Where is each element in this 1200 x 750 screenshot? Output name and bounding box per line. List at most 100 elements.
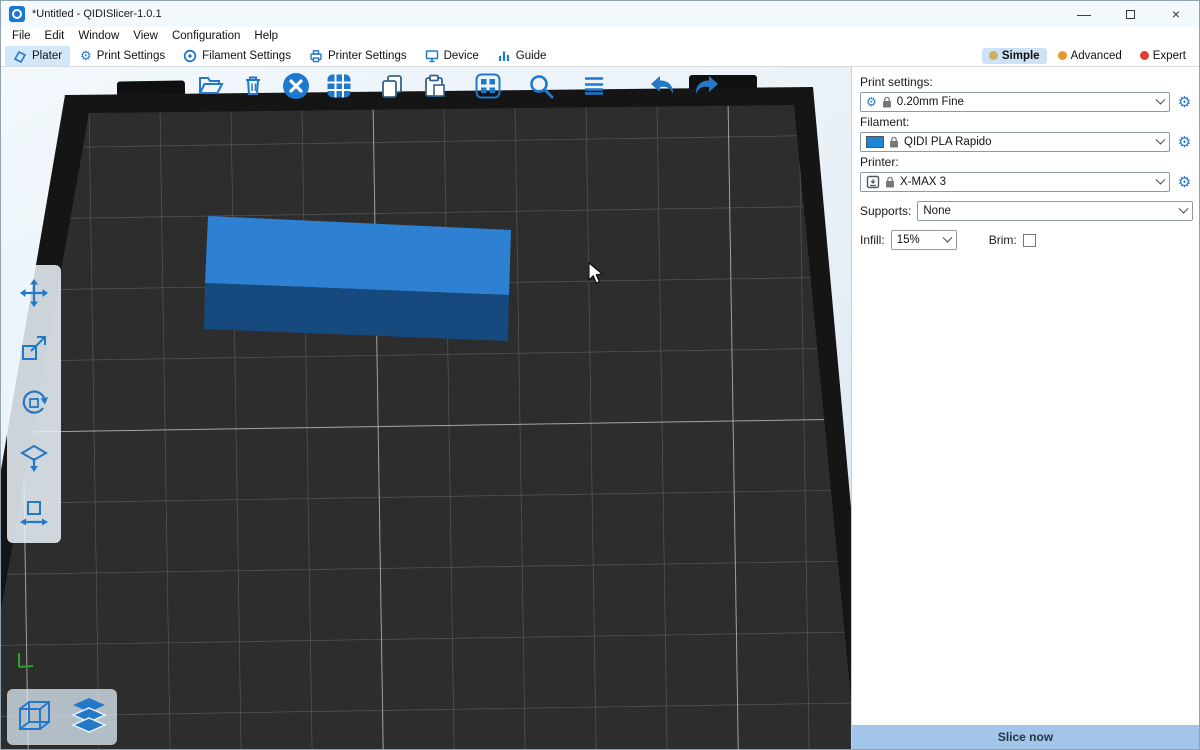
brim-label: Brim:: [989, 233, 1017, 247]
variable-layer-height-button[interactable]: [577, 70, 611, 104]
search-icon: [527, 72, 555, 103]
supports-combo[interactable]: None: [917, 201, 1193, 221]
maximize-button[interactable]: [1107, 1, 1153, 27]
tab-label: Device: [444, 50, 479, 62]
scale-icon: [19, 333, 49, 366]
mirror-button[interactable]: [12, 492, 56, 536]
print-settings-value: 0.20mm Fine: [897, 96, 1152, 108]
mode-label: Simple: [1002, 50, 1040, 62]
device-tab-icon: [425, 49, 439, 63]
lock-icon: [882, 96, 892, 108]
printer-row: X-MAX 3 ⚙: [860, 172, 1193, 192]
mode-label: Expert: [1153, 50, 1186, 62]
mode-expert[interactable]: Expert: [1133, 48, 1193, 64]
cube-3d-icon: [14, 695, 56, 740]
arrange-button[interactable]: [322, 70, 356, 104]
copy-icon: [379, 73, 405, 102]
slice-now-button[interactable]: Slice now: [852, 725, 1199, 749]
main-area: Print settings: ⚙ 0.20mm Fine ⚙ Filament…: [1, 67, 1199, 749]
tab-plater[interactable]: Plater: [5, 46, 70, 66]
chevron-down-icon: [1179, 203, 1189, 213]
tab-print-settings[interactable]: ⚙ Print Settings: [72, 46, 173, 66]
layers-icon: [581, 73, 607, 102]
mode-simple[interactable]: Simple: [982, 48, 1047, 64]
viewport-3d[interactable]: [1, 67, 851, 749]
print-settings-combo[interactable]: ⚙ 0.20mm Fine: [860, 92, 1170, 112]
printer-combo[interactable]: X-MAX 3: [860, 172, 1170, 192]
minimize-button[interactable]: —: [1061, 1, 1107, 27]
titlebar: *Untitled - QIDISlicer-1.0.1 — ×: [1, 1, 1199, 27]
move-icon: [19, 278, 49, 311]
split-view-icon: [474, 72, 502, 103]
print-settings-gear-button[interactable]: ⚙: [1176, 95, 1193, 110]
filament-row: QIDI PLA Rapido ⚙: [860, 132, 1193, 152]
window-title: *Untitled - QIDISlicer-1.0.1: [32, 8, 162, 20]
menu-file[interactable]: File: [5, 30, 38, 42]
print-bed[interactable]: [1, 67, 851, 749]
supports-label: Supports:: [860, 204, 911, 218]
brim-checkbox[interactable]: [1023, 234, 1036, 247]
menu-help[interactable]: Help: [247, 30, 285, 42]
supports-row: Supports: None: [860, 201, 1193, 221]
plater-icon: [13, 49, 27, 63]
menu-edit[interactable]: Edit: [38, 30, 72, 42]
tabbar: Plater ⚙ Print Settings Filament Setting…: [1, 45, 1199, 67]
view-toolbar: [7, 689, 117, 745]
preview-view-button[interactable]: [64, 692, 114, 742]
filament-gear-button[interactable]: ⚙: [1176, 135, 1193, 150]
redo-button[interactable]: [689, 70, 723, 104]
tab-printer-settings[interactable]: Printer Settings: [301, 46, 415, 66]
sliced-layers-icon: [68, 695, 110, 740]
tab-filament-settings[interactable]: Filament Settings: [175, 46, 299, 66]
3d-editor-view-button[interactable]: [10, 692, 60, 742]
infill-brim-row: Infill: 15% Brim:: [860, 230, 1193, 250]
arrange-icon: [325, 72, 353, 103]
open-project-button[interactable]: [193, 70, 227, 104]
menu-view[interactable]: View: [126, 30, 165, 42]
preset-gear-icon: ⚙: [866, 96, 877, 108]
tab-device[interactable]: Device: [417, 46, 487, 66]
paste-icon: [422, 73, 448, 102]
split-objects-button[interactable]: [471, 70, 505, 104]
copy-button[interactable]: [375, 70, 409, 104]
printer-label: Printer:: [860, 155, 1193, 169]
scale-button[interactable]: [12, 327, 56, 371]
app-icon: [9, 6, 25, 22]
chevron-down-icon: [942, 232, 952, 242]
filament-combo[interactable]: QIDI PLA Rapido: [860, 132, 1170, 152]
tab-guide[interactable]: Guide: [489, 46, 555, 66]
place-on-face-button[interactable]: [12, 437, 56, 481]
model-object[interactable]: [204, 216, 511, 341]
menu-configuration[interactable]: Configuration: [165, 30, 247, 42]
menu-window[interactable]: Window: [71, 30, 126, 42]
maximize-icon: [1126, 10, 1135, 19]
undo-button[interactable]: [646, 70, 680, 104]
search-button[interactable]: [524, 70, 558, 104]
tab-label: Plater: [32, 50, 62, 62]
printer-gear-button[interactable]: ⚙: [1176, 175, 1193, 190]
infill-label: Infill:: [860, 233, 885, 247]
chevron-down-icon: [1156, 174, 1166, 184]
print-settings-tab-icon: ⚙: [80, 49, 92, 62]
move-button[interactable]: [12, 272, 56, 316]
tab-label: Guide: [516, 50, 547, 62]
infill-value: 15%: [897, 234, 939, 246]
rotate-icon: [19, 388, 49, 421]
advanced-mode-dot: [1058, 51, 1067, 60]
filament-settings-tab-icon: [183, 49, 197, 63]
infill-combo[interactable]: 15%: [891, 230, 957, 250]
window-controls: — ×: [1061, 1, 1199, 27]
delete-all-button[interactable]: [279, 70, 313, 104]
mode-advanced[interactable]: Advanced: [1051, 48, 1129, 64]
rotate-button[interactable]: [12, 382, 56, 426]
supports-value: None: [923, 205, 1175, 217]
settings-sidebar: Print settings: ⚙ 0.20mm Fine ⚙ Filament…: [851, 67, 1199, 749]
paste-button[interactable]: [418, 70, 452, 104]
print-settings-label: Print settings:: [860, 75, 1193, 89]
chevron-down-icon: [1156, 94, 1166, 104]
delete-button[interactable]: [236, 70, 270, 104]
filament-label: Filament:: [860, 115, 1193, 129]
printer-settings-tab-icon: [309, 49, 323, 63]
close-button[interactable]: ×: [1153, 1, 1199, 27]
scene-canvas[interactable]: [1, 67, 851, 749]
